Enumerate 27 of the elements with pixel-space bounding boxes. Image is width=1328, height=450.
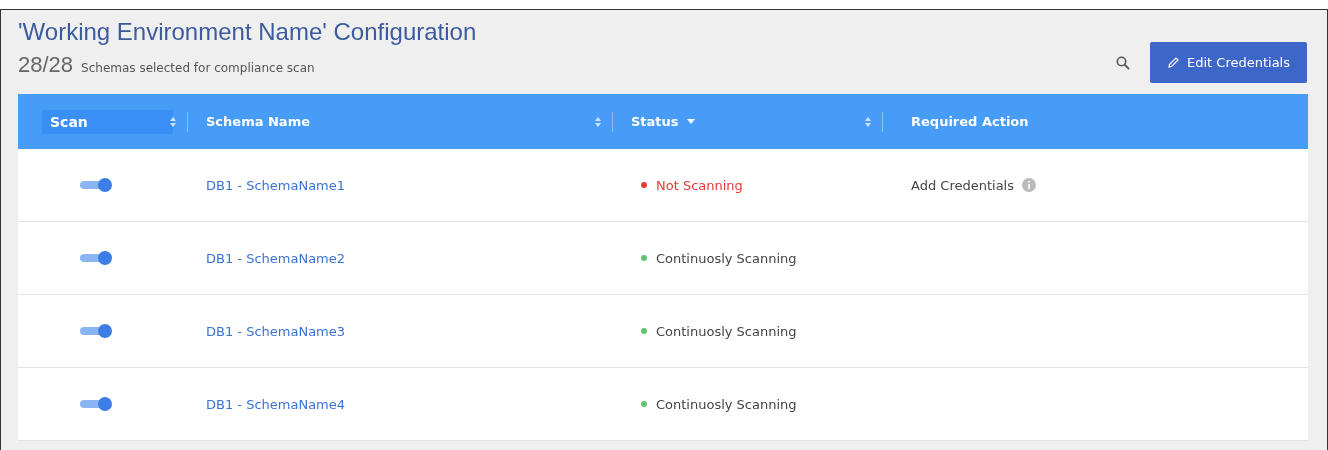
schema-link[interactable]: DB1 - SchemaName3 — [206, 323, 346, 339]
column-header[interactable]: Scan — [42, 109, 173, 134]
caret-icon[interactable] — [686, 119, 695, 124]
scan-toggle[interactable] — [80, 178, 112, 192]
required-action: Add Credentials — [911, 177, 1014, 193]
sort-icon[interactable] — [595, 116, 601, 127]
summary-label: Schemas selected for compliance scan — [81, 61, 315, 75]
edit-credentials-button[interactable]: Edit Credentials — [1150, 42, 1307, 83]
page-title: 'Working Environment Name' Configuration — [18, 18, 477, 46]
scan-toggle[interactable] — [80, 397, 112, 411]
schema-link[interactable]: DB1 - SchemaName1 — [206, 177, 346, 193]
status-text: Continuosly Scanning — [656, 396, 797, 412]
scan-toggle[interactable] — [80, 251, 112, 265]
status-text: Continuosly Scanning — [656, 250, 797, 266]
status-text: Continuosly Scanning — [656, 323, 797, 339]
schema-link[interactable]: DB1 - SchemaName4 — [206, 396, 346, 412]
search-icon[interactable] — [1116, 55, 1130, 70]
column-header[interactable]: Status — [631, 110, 687, 133]
column-header[interactable]: Required Action — [911, 110, 1037, 133]
status-text: Not Scanning — [656, 177, 743, 193]
sort-icon[interactable] — [865, 116, 871, 127]
column-header[interactable]: Schema Name — [206, 110, 318, 133]
scan-toggle[interactable] — [80, 324, 112, 338]
pencil-icon — [1167, 56, 1180, 69]
selected-count: 28/28 — [18, 52, 74, 78]
schema-link[interactable]: DB1 - SchemaName2 — [206, 250, 346, 266]
sort-icon[interactable] — [170, 116, 176, 127]
